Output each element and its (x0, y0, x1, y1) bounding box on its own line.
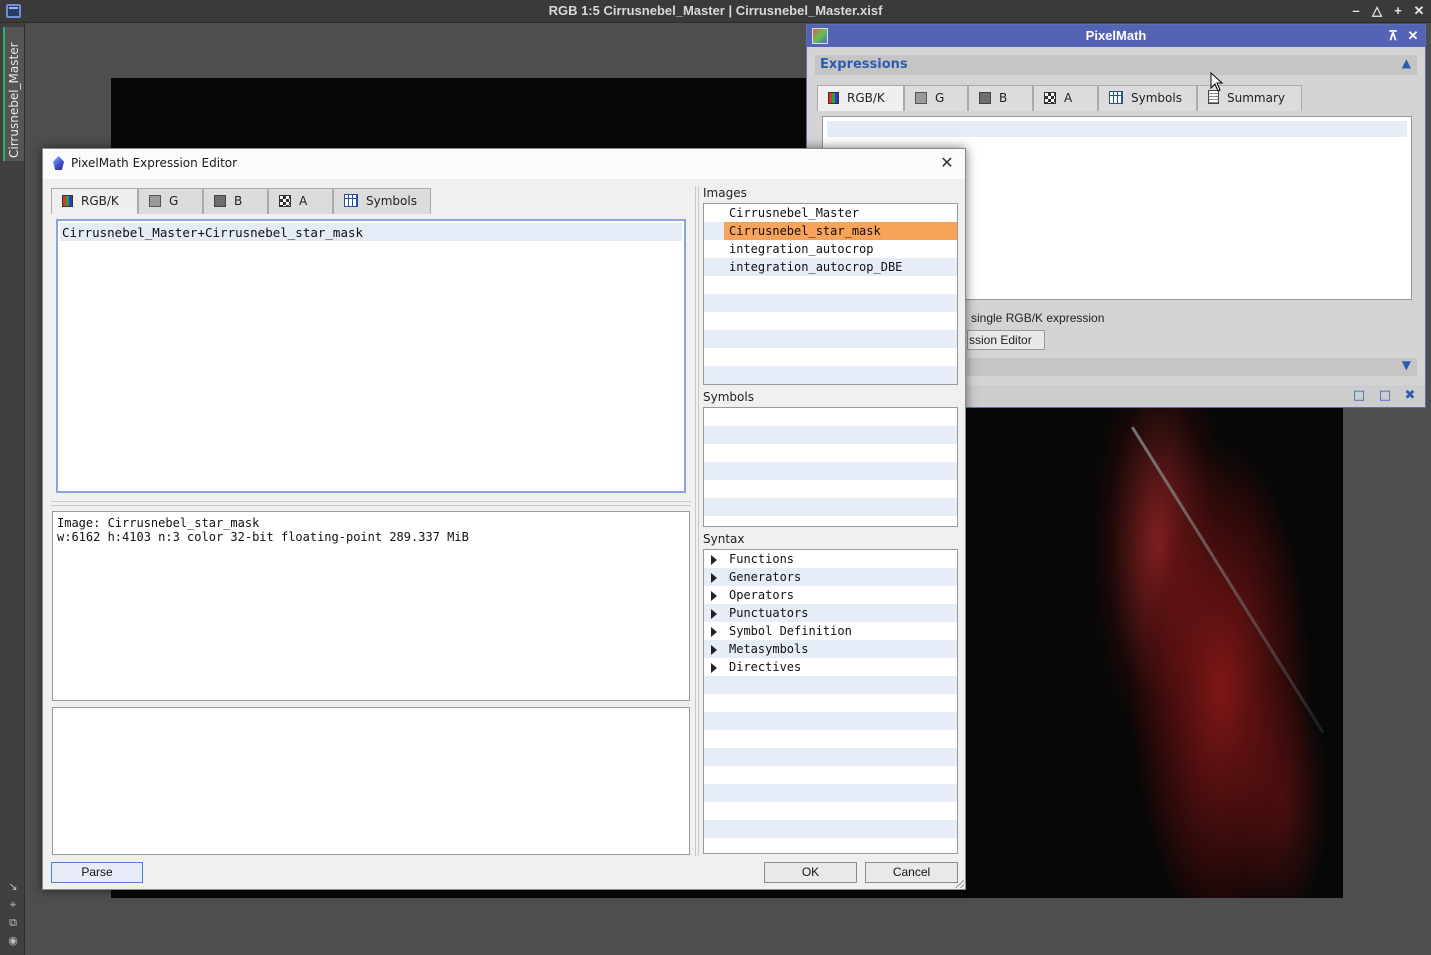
view-tab-label: Cirrusnebel_Master (7, 42, 21, 158)
list-item[interactable]: integration_autocrop (704, 240, 957, 258)
pixelmath-title: PixelMath (1085, 28, 1147, 43)
tree-item-functions[interactable]: Functions (704, 550, 957, 568)
image-window-title: RGB 1:5 Cirrusnebel_Master | Cirrusnebel… (548, 3, 883, 18)
symbols-list[interactable] (703, 407, 958, 527)
gray-channel-icon (915, 92, 927, 104)
expand-arrow-icon[interactable] (711, 555, 717, 565)
dialog-title: PixelMath Expression Editor (71, 156, 238, 170)
alpha-icon (1044, 92, 1056, 104)
alpha-icon (279, 195, 291, 207)
expand-arrow-icon[interactable] (711, 663, 717, 673)
tree-item-punctuators[interactable]: Punctuators (704, 604, 957, 622)
gray-channel-icon (149, 195, 161, 207)
minimize-icon[interactable]: – (1347, 2, 1365, 20)
tree-item-operators[interactable]: Operators (704, 586, 957, 604)
maximize-icon[interactable]: + (1389, 2, 1407, 20)
image-info-panel: Image: Cirrusnebel_star_mask w:6162 h:41… (52, 511, 690, 701)
current-line-highlight (827, 121, 1407, 137)
dialog-titlebar[interactable]: PixelMath Expression Editor ✕ (43, 149, 965, 179)
expand-arrow-icon[interactable] (711, 645, 717, 655)
parse-button[interactable]: Parse (51, 862, 143, 883)
table-icon (1109, 91, 1123, 104)
list-item[interactable]: Cirrusnebel_Master (704, 204, 957, 222)
tab-b[interactable]: B (203, 188, 268, 214)
tab-a[interactable]: A (1033, 85, 1098, 111)
view-tab-cirrusnebel-master[interactable]: Cirrusnebel_Master (3, 27, 24, 161)
expand-arrow-icon[interactable] (711, 627, 717, 637)
dark-channel-icon (979, 92, 991, 104)
tree-item-metasymbols[interactable]: Metasymbols (704, 640, 957, 658)
close-icon[interactable]: ✕ (1405, 27, 1421, 45)
expand-arrow-icon[interactable] (711, 573, 717, 583)
cancel-button[interactable]: Cancel (865, 862, 958, 883)
images-list[interactable]: Cirrusnebel_Master Cirrusnebel_star_mask… (703, 203, 958, 385)
expand-arrow-icon[interactable] (711, 609, 717, 619)
expand-icon[interactable]: ▼ (1402, 358, 1411, 372)
tab-a[interactable]: A (268, 188, 333, 214)
crop-icon[interactable]: ⌖ (7, 899, 19, 911)
tab-b[interactable]: B (968, 85, 1033, 111)
reset-icon[interactable]: ✖ (1402, 388, 1418, 404)
tab-symbols[interactable]: Symbols (333, 188, 431, 214)
parse-output-panel (52, 707, 690, 855)
rgb-icon (828, 92, 839, 104)
tree-item-generators[interactable]: Generators (704, 568, 957, 586)
clone-icon[interactable]: ⧉ (7, 917, 19, 929)
expression-editor-button[interactable]: ssion Editor (967, 330, 1045, 350)
image-window-titlebar[interactable]: RGB 1:5 Cirrusnebel_Master | Cirrusnebel… (0, 0, 1431, 23)
list-item-selected[interactable]: Cirrusnebel_star_mask (724, 222, 957, 240)
list-item[interactable]: integration_autocrop_DBE (704, 258, 957, 276)
expand-arrow-icon[interactable] (711, 591, 717, 601)
tab-rgbk[interactable]: RGB/K (817, 85, 904, 111)
images-label: Images (703, 186, 747, 200)
syntax-label: Syntax (703, 532, 745, 546)
resize-grip[interactable] (955, 879, 964, 888)
new-instance-icon[interactable]: □ (1351, 388, 1367, 404)
info-image-name: Image: Cirrusnebel_star_mask (57, 516, 260, 530)
close-icon[interactable]: ✕ (937, 153, 957, 173)
tab-rgbk[interactable]: RGB/K (51, 188, 138, 214)
table-icon (344, 194, 358, 207)
tree-item-directives[interactable]: Directives (704, 658, 957, 676)
shade-icon[interactable]: ⊼ (1385, 27, 1401, 45)
tab-symbols[interactable]: Symbols (1098, 85, 1197, 111)
expressions-section-header[interactable]: Expressions ▲ (815, 55, 1417, 75)
collapse-icon[interactable]: ▲ (1402, 56, 1411, 70)
expression-input[interactable]: Cirrusnebel_Master+Cirrusnebel_star_mask (56, 219, 686, 493)
syntax-tree[interactable]: Functions Generators Operators Punctuato… (703, 549, 958, 854)
view-selector-strip: Cirrusnebel_Master ↘ ⌖ ⧉ ◉ (0, 23, 25, 955)
dark-channel-icon (214, 195, 226, 207)
rgb-icon (62, 195, 73, 207)
symbols-label: Symbols (703, 390, 754, 404)
expression-editor-dialog: PixelMath Expression Editor ✕ RGB/K G B … (42, 148, 966, 890)
tab-g[interactable]: G (904, 85, 968, 111)
tree-item-symbol-definition[interactable]: Symbol Definition (704, 622, 957, 640)
horizontal-splitter[interactable] (51, 501, 691, 506)
pixelmath-titlebar[interactable]: PixelMath ⊼ ✕ (807, 25, 1425, 47)
info-image-properties: w:6162 h:4103 n:3 color 32-bit floating-… (57, 530, 469, 544)
shade-icon[interactable]: △ (1368, 2, 1386, 20)
close-icon[interactable]: ✕ (1410, 2, 1428, 20)
expression-text: Cirrusnebel_Master+Cirrusnebel_star_mask (62, 225, 364, 240)
single-expression-label: single RGB/K expression (971, 311, 1105, 325)
document-icon (1208, 90, 1219, 104)
destination-section-header[interactable]: ▼ (967, 358, 1417, 376)
ok-button[interactable]: OK (764, 862, 857, 883)
pixinsight-icon (53, 156, 64, 170)
vertical-splitter[interactable] (695, 186, 699, 856)
nebula-filament (1131, 426, 1325, 734)
expressions-section-title: Expressions (820, 57, 908, 72)
tab-g[interactable]: G (138, 188, 203, 214)
arrow-icon[interactable]: ↘ (7, 881, 19, 893)
apply-global-icon[interactable]: □ (1377, 388, 1393, 404)
target-icon[interactable]: ◉ (7, 935, 19, 947)
